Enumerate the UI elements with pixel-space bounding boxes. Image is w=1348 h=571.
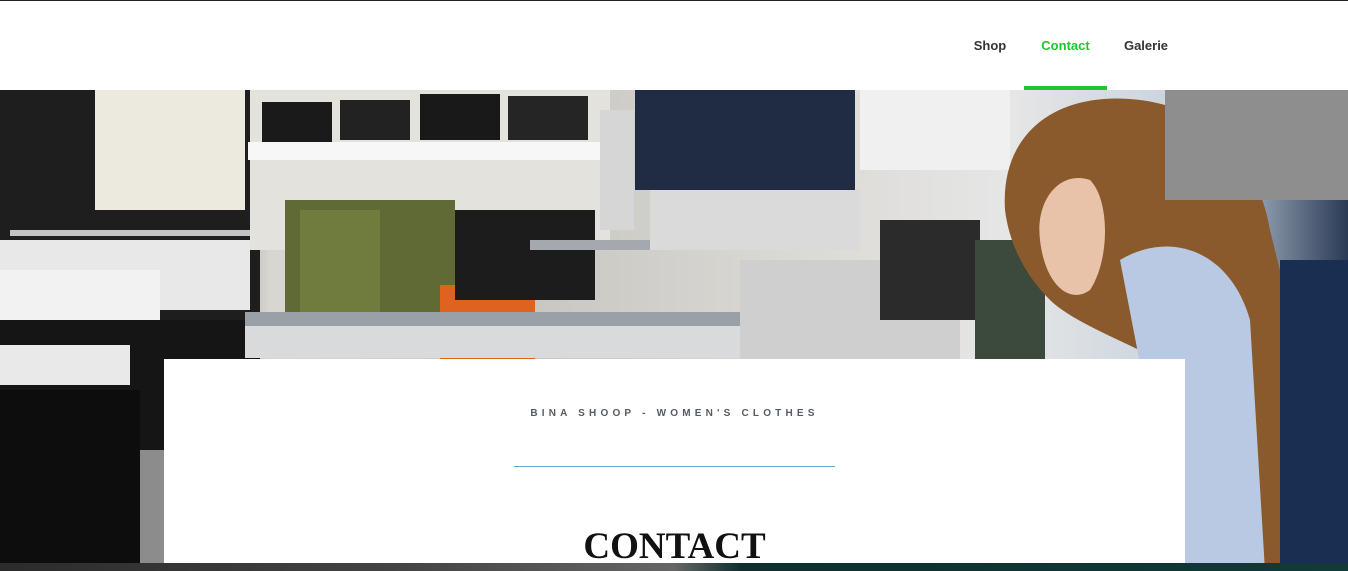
divider [514,466,835,467]
top-navigation-bar: Shop Contact Galerie [0,1,1348,90]
nav-item-label: Shop [973,38,1007,53]
bottom-photo-strip [0,563,1348,571]
content-card: BINA SHOOP - WOMEN'S CLOTHES CONTACT [164,359,1185,571]
page-title: CONTACT [583,526,766,567]
nav-item-shop[interactable]: Shop [966,1,1014,90]
nav-item-label: Contact [1041,38,1090,53]
nav-item-galerie[interactable]: Galerie [1118,1,1174,90]
page-subtitle: BINA SHOOP - WOMEN'S CLOTHES [530,408,819,419]
nav-item-label: Galerie [1123,38,1169,53]
nav-item-contact[interactable]: Contact [1024,1,1107,90]
